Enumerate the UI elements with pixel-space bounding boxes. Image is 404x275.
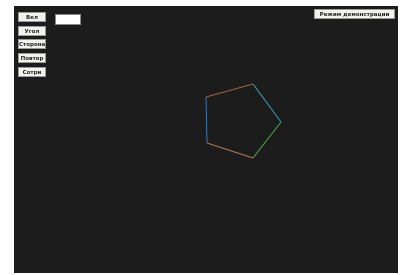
drawing-canvas: Вкл Угол Сторона Повтор Сотри Режим демо…: [14, 6, 398, 273]
pentagon-edge-bottom: [206, 142, 254, 159]
value-input[interactable]: [55, 14, 81, 25]
repeat-button[interactable]: Повтор: [18, 53, 46, 63]
demo-mode-button[interactable]: Режим демонстрации: [314, 9, 395, 19]
pentagon-edge-lower-right: [252, 121, 282, 159]
pentagon-edge-top: [205, 83, 254, 98]
pentagon-edge-upper-right: [252, 83, 282, 123]
pentagon-edge-left: [205, 96, 208, 144]
on-button[interactable]: Вкл: [18, 12, 46, 22]
side-button[interactable]: Сторона: [18, 39, 46, 49]
turtle-drawing: [205, 83, 282, 159]
angle-button[interactable]: Угол: [18, 26, 46, 36]
erase-button[interactable]: Сотри: [18, 67, 46, 77]
